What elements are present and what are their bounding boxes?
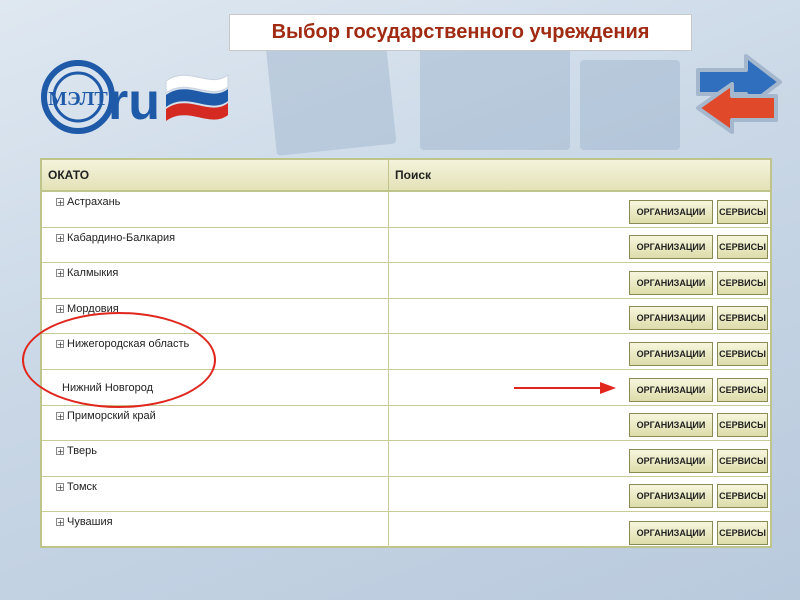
okato-cell: + Томск <box>42 476 389 512</box>
header-okato: ОКАТО <box>42 160 389 190</box>
services-button[interactable]: СЕРВИСЫ <box>717 235 768 260</box>
organizations-button[interactable]: ОРГАНИЗАЦИИ <box>629 448 713 473</box>
search-cell: ОРГАНИЗАЦИИ СЕРВИСЫ <box>389 263 770 298</box>
okato-cell: + Тверь <box>42 441 389 476</box>
region-item[interactable]: + Чувашия <box>56 516 113 528</box>
melt-ru-logo: МЭЛТ ru <box>41 60 229 134</box>
region-item[interactable]: + Томск <box>56 481 97 493</box>
services-button[interactable]: СЕРВИСЫ <box>717 341 768 366</box>
organizations-button[interactable]: ОРГАНИЗАЦИИ <box>629 484 713 509</box>
organizations-button[interactable]: ОРГАНИЗАЦИИ <box>629 235 713 260</box>
svg-text:МЭЛТ: МЭЛТ <box>48 88 108 110</box>
expand-icon[interactable]: + <box>56 198 64 207</box>
search-cell: ОРГАНИЗАЦИИ СЕРВИСЫ <box>389 299 770 334</box>
pointer-arrow <box>514 382 616 394</box>
services-button[interactable]: СЕРВИСЫ <box>717 484 768 509</box>
okato-cell: + Калмыкия <box>42 263 389 298</box>
region-name: Томск <box>67 480 97 493</box>
table-row: + Тверь ОРГАНИЗАЦИИ СЕРВИСЫ <box>42 441 770 477</box>
okato-cell: + Приморский край <box>42 405 389 441</box>
highlight-ellipse <box>22 312 216 408</box>
organizations-button[interactable]: ОРГАНИЗАЦИИ <box>629 341 713 366</box>
region-item[interactable]: + Приморский край <box>56 410 156 422</box>
table-row: + Кабардино-Балкария ОРГАНИЗАЦИИ СЕРВИСЫ <box>42 227 770 264</box>
region-item[interactable]: + Астрахань <box>56 196 120 208</box>
services-button[interactable]: СЕРВИСЫ <box>717 520 768 545</box>
services-button[interactable]: СЕРВИСЫ <box>717 306 768 331</box>
svg-text:ru: ru <box>108 73 160 131</box>
search-cell: ОРГАНИЗАЦИИ СЕРВИСЫ <box>389 512 770 548</box>
organizations-button[interactable]: ОРГАНИЗАЦИИ <box>629 270 713 295</box>
table-row: + Калмыкия ОРГАНИЗАЦИИ СЕРВИСЫ <box>42 263 770 299</box>
page-title: Выбор государственного учреждения <box>271 21 650 43</box>
expand-icon[interactable]: + <box>56 411 64 420</box>
region-name: Калмыкия <box>67 267 119 280</box>
region-name: Астрахань <box>67 196 121 208</box>
okato-cell: + Кабардино-Балкария <box>42 227 389 263</box>
region-name: Тверь <box>67 445 97 458</box>
okato-cell: + Чувашия <box>42 512 389 548</box>
services-button[interactable]: СЕРВИСЫ <box>717 199 768 224</box>
search-cell: ОРГАНИЗАЦИИ СЕРВИСЫ <box>389 441 770 476</box>
two-way-arrows-icon <box>696 54 782 134</box>
expand-icon[interactable]: + <box>56 304 64 313</box>
organizations-button[interactable]: ОРГАНИЗАЦИИ <box>629 413 713 438</box>
region-item[interactable]: + Калмыкия <box>56 267 118 279</box>
services-button[interactable]: СЕРВИСЫ <box>717 413 768 438</box>
region-name: Кабардино-Балкария <box>67 231 176 244</box>
expand-icon[interactable]: + <box>56 233 64 242</box>
search-cell: ОРГАНИЗАЦИИ СЕРВИСЫ <box>389 228 770 263</box>
expand-icon[interactable]: + <box>56 269 64 278</box>
background-building <box>580 60 680 150</box>
services-button[interactable]: СЕРВИСЫ <box>717 448 768 473</box>
table-header: ОКАТО Поиск <box>42 160 770 192</box>
header-search: Поиск <box>395 168 432 182</box>
region-item[interactable]: + Кабардино-Балкария <box>56 232 175 244</box>
services-button[interactable]: СЕРВИСЫ <box>717 270 768 295</box>
region-name: Чувашия <box>67 516 113 529</box>
expand-icon[interactable]: + <box>56 447 64 456</box>
expand-icon[interactable]: + <box>56 518 64 527</box>
organizations-button[interactable]: ОРГАНИЗАЦИИ <box>629 377 713 402</box>
background-document <box>420 40 570 150</box>
search-cell: ОРГАНИЗАЦИИ СЕРВИСЫ <box>389 192 770 227</box>
title-banner: Выбор государственного учреждения <box>229 14 692 51</box>
expand-icon[interactable]: + <box>56 482 64 491</box>
search-cell: ОРГАНИЗАЦИИ СЕРВИСЫ <box>389 406 770 441</box>
region-name: Приморский край <box>67 409 156 422</box>
table-row: + Томск ОРГАНИЗАЦИИ СЕРВИСЫ <box>42 476 770 513</box>
organizations-button[interactable]: ОРГАНИЗАЦИИ <box>629 520 713 545</box>
organizations-button[interactable]: ОРГАНИЗАЦИИ <box>629 199 713 224</box>
region-item[interactable]: + Тверь <box>56 445 97 457</box>
services-button[interactable]: СЕРВИСЫ <box>717 377 768 402</box>
table-row: + Астрахань ОРГАНИЗАЦИИ СЕРВИСЫ <box>42 192 770 228</box>
okato-cell: + Астрахань <box>42 192 389 227</box>
table-row: + Приморский край ОРГАНИЗАЦИИ СЕРВИСЫ <box>42 405 770 442</box>
search-cell: ОРГАНИЗАЦИИ СЕРВИСЫ <box>389 334 770 369</box>
search-cell: ОРГАНИЗАЦИИ СЕРВИСЫ <box>389 477 770 512</box>
table-row: + Чувашия ОРГАНИЗАЦИИ СЕРВИСЫ <box>42 512 770 548</box>
organizations-button[interactable]: ОРГАНИЗАЦИИ <box>629 306 713 331</box>
